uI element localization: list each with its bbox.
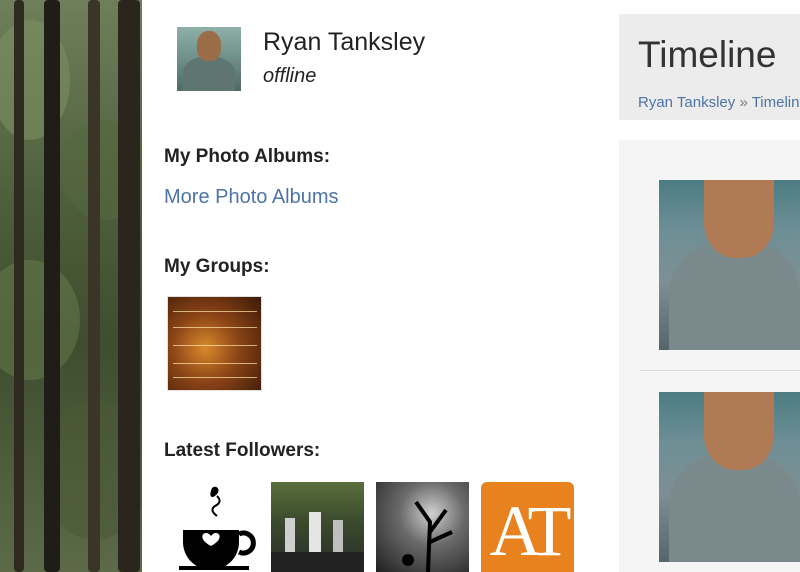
breadcrumb: Ryan Tanksley » Timeline [638,94,800,111]
breadcrumb-user-link[interactable]: Ryan Tanksley [638,94,735,111]
followers-heading: Latest Followers: [164,440,321,461]
follower-avatar-coffee[interactable] [179,482,272,572]
profile-status: offline [263,65,317,87]
timeline-header: Timeline Ryan Tanksley » Timeline [619,14,800,120]
page-title: Timeline [638,34,777,75]
timeline-post-photo[interactable] [659,180,800,350]
post-divider [639,370,800,371]
profile-name[interactable]: Ryan Tanksley [263,28,425,57]
background-image [0,0,142,572]
coffee-heart-icon [179,486,256,570]
at-logo-icon: AT [489,491,572,571]
timeline-feed [619,140,800,572]
tree-silhouette-icon [402,500,453,572]
timeline-panel: Timeline Ryan Tanksley » Timeline [602,0,800,572]
profile-avatar[interactable] [177,27,241,91]
follower-avatar-tree[interactable] [376,482,469,572]
follower-avatar-band[interactable] [271,482,364,572]
more-photo-albums-link[interactable]: More Photo Albums [164,186,339,209]
albums-heading: My Photo Albums: [164,146,331,167]
band-photo-icon [271,512,364,572]
timeline-post-photo[interactable] [659,392,800,562]
group-thumbnail[interactable] [167,296,262,391]
breadcrumb-current[interactable]: Timeline [752,94,800,111]
profile-sidebar: Ryan Tanksley offline My Photo Albums: M… [142,0,602,572]
groups-heading: My Groups: [164,256,270,277]
breadcrumb-separator: » [735,94,752,111]
follower-avatar-logo[interactable]: AT [481,482,574,572]
